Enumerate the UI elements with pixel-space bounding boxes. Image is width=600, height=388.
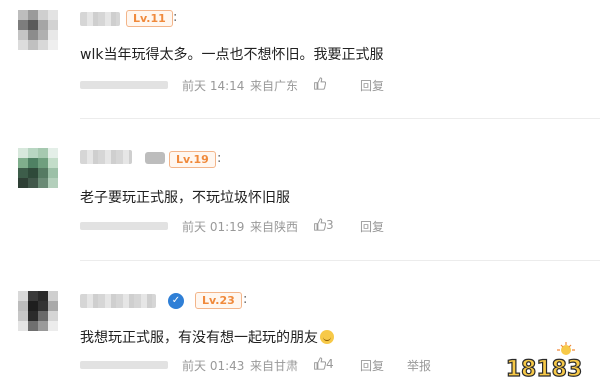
like-button[interactable] [313, 77, 327, 91]
avatar[interactable] [18, 10, 58, 50]
avatar[interactable] [18, 148, 58, 188]
avatar-image [18, 10, 58, 50]
reply-button[interactable]: 回复 [360, 357, 384, 374]
like-count: 4 [326, 357, 334, 371]
like-count: 3 [326, 218, 334, 232]
timestamp: 前天 01:19 [182, 220, 245, 234]
device-info [80, 222, 168, 230]
more-options-icon[interactable]: : [173, 10, 177, 25]
device-info [80, 81, 168, 89]
level-badge: Lv.23 [195, 292, 242, 309]
reply-button[interactable]: 回复 [360, 218, 384, 235]
reply-button[interactable]: 回复 [360, 77, 384, 94]
thumbs-up-icon [314, 218, 327, 231]
site-logo: 18183 [505, 342, 583, 382]
comment-meta: 前天 01:19 来自陕西 3 回复 [80, 218, 580, 234]
verified-badge-icon: ✓ [168, 293, 184, 309]
report-button[interactable]: 举报 [407, 357, 431, 374]
comment-item: Lv.19 : 老子要玩正式服，不玩垃圾怀旧服 前天 01:19 来自陕西 3 … [0, 120, 600, 265]
logo-text: 18183 [506, 357, 583, 382]
location: 来自甘肃 [250, 359, 299, 373]
comment-item: Lv.11 : wlk当年玩得太多。一点也不想怀旧。我要正式服 前天 14:14… [0, 0, 600, 120]
avatar-image [18, 148, 58, 188]
avatar-image [18, 291, 58, 331]
comment-text: 我想玩正式服，有没有想一起玩的朋友 [80, 327, 334, 347]
like-button[interactable]: 3 [313, 218, 334, 232]
username-blur-mark [145, 152, 165, 164]
avatar[interactable] [18, 291, 58, 331]
location: 来自广东 [250, 79, 299, 93]
level-badge: Lv.19 [169, 151, 216, 168]
thumbs-up-icon [314, 357, 327, 370]
comment-text: 老子要玩正式服，不玩垃圾怀旧服 [80, 190, 290, 206]
more-options-icon[interactable]: : [243, 292, 247, 307]
level-badge: Lv.11 [126, 10, 173, 27]
location: 来自陕西 [250, 220, 299, 234]
username[interactable] [80, 12, 120, 26]
username[interactable] [80, 150, 132, 164]
device-info [80, 361, 168, 369]
like-button[interactable]: 4 [313, 357, 334, 371]
username[interactable] [80, 294, 156, 308]
more-options-icon[interactable]: : [217, 151, 221, 166]
timestamp: 前天 14:14 [182, 79, 245, 93]
timestamp: 前天 01:43 [182, 359, 245, 373]
divider [80, 260, 600, 261]
comment-meta: 前天 14:14 来自广东 回复 [80, 77, 580, 93]
smile-emoji-icon [320, 330, 334, 344]
divider [80, 118, 600, 119]
thumbs-up-icon [314, 77, 327, 90]
comment-text: wlk当年玩得太多。一点也不想怀旧。我要正式服 [80, 47, 384, 63]
comment-text-content: 我想玩正式服，有没有想一起玩的朋友 [80, 330, 318, 346]
